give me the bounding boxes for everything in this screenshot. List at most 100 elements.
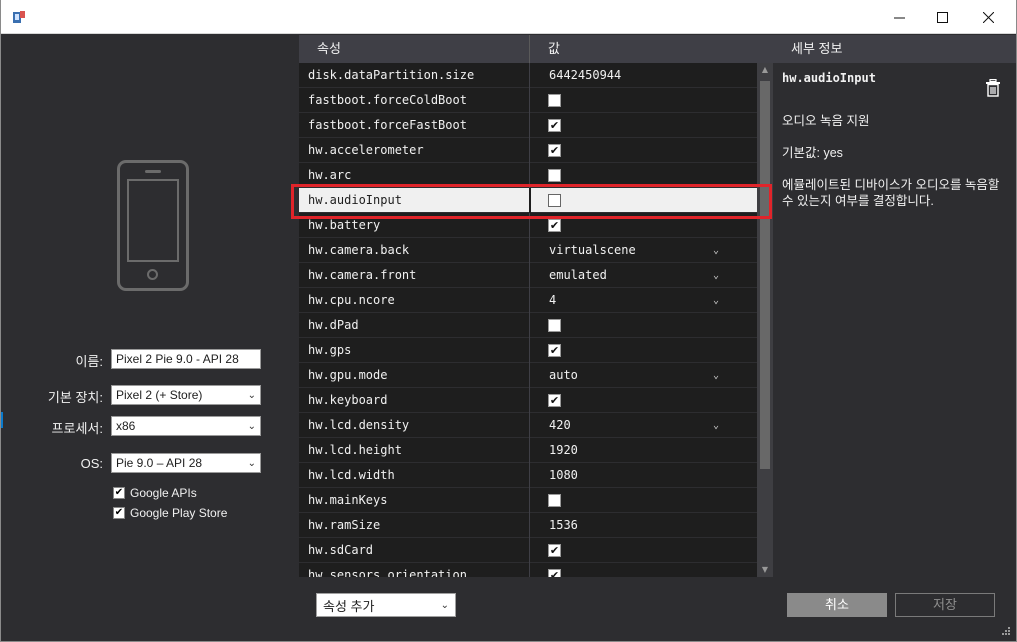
property-name: hw.sdCard (308, 543, 374, 557)
resize-grip-icon[interactable] (997, 624, 1011, 638)
google-apis-checkbox[interactable]: ✔ Google APIs (113, 486, 197, 500)
property-name: hw.camera.front (308, 268, 417, 282)
property-checkbox[interactable]: ✔ (548, 344, 561, 357)
property-row[interactable]: hw.audioInput (299, 188, 757, 213)
property-row[interactable]: hw.arc (299, 163, 757, 188)
property-value[interactable]: 6442450944 (549, 63, 621, 88)
column-header-value[interactable]: 값 (530, 35, 560, 63)
property-row[interactable]: hw.dPad (299, 313, 757, 338)
property-row[interactable]: hw.mainKeys (299, 488, 757, 513)
property-checkbox[interactable]: ✔ (548, 394, 561, 407)
cell-divider (529, 288, 530, 313)
property-row[interactable]: hw.lcd.density 420 ⌄ (299, 413, 757, 438)
property-checkbox[interactable]: ✔ (548, 569, 561, 577)
property-row[interactable]: hw.cpu.ncore 4 ⌄ (299, 288, 757, 313)
property-row[interactable]: hw.sensors.orientation ✔ (299, 563, 757, 577)
property-row[interactable]: hw.accelerometer ✔ (299, 138, 757, 163)
cell-divider (529, 563, 530, 577)
chevron-down-icon: ⌄ (712, 420, 719, 431)
property-value: auto (549, 368, 578, 382)
property-value: 4 (549, 293, 557, 307)
base-device-select[interactable]: Pixel 2 (+ Store) ⌄ (111, 385, 261, 405)
chevron-down-icon: ⌄ (712, 270, 719, 281)
os-select[interactable]: Pie 9.0 – API 28 ⌄ (111, 453, 261, 473)
property-row[interactable]: hw.keyboard ✔ (299, 388, 757, 413)
property-checkbox[interactable]: ✔ (548, 144, 561, 157)
property-select[interactable]: emulated ⌄ (549, 263, 719, 288)
property-name: fastboot.forceFastBoot (308, 118, 467, 132)
close-icon (982, 11, 994, 23)
cancel-button[interactable]: 취소 (787, 593, 887, 617)
minimize-button[interactable] (876, 0, 922, 34)
property-row[interactable]: hw.lcd.width 1080 (299, 463, 757, 488)
checkmark-icon: ✔ (549, 119, 560, 132)
name-field[interactable]: Pixel 2 Pie 9.0 - API 28 (111, 349, 261, 369)
base-device-label: 기본 장치: (47, 390, 103, 405)
scroll-thumb[interactable] (760, 81, 770, 469)
checkmark-icon: ✔ (549, 144, 560, 157)
property-checkbox[interactable] (548, 319, 561, 332)
save-button[interactable]: 저장 (895, 593, 995, 617)
cell-divider (529, 263, 530, 288)
property-row[interactable]: hw.camera.front emulated ⌄ (299, 263, 757, 288)
property-value[interactable]: 1080 (549, 463, 578, 488)
property-name: hw.audioInput (308, 193, 402, 207)
cell-divider (529, 538, 530, 563)
property-select[interactable]: virtualscene ⌄ (549, 238, 719, 263)
checkmark-icon: ✔ (113, 507, 125, 519)
property-row[interactable]: hw.battery ✔ (299, 213, 757, 238)
property-select[interactable]: 420 ⌄ (549, 413, 719, 438)
scroll-up-icon[interactable]: ▲ (757, 63, 773, 77)
property-checkbox[interactable]: ✔ (548, 544, 561, 557)
chevron-down-icon: ⌄ (440, 599, 449, 611)
property-rows: disk.dataPartition.size 6442450944 fastboo… (299, 63, 757, 577)
cell-divider (529, 513, 530, 538)
property-row[interactable]: fastboot.forceColdBoot (299, 88, 757, 113)
property-name: hw.cpu.ncore (308, 293, 395, 307)
maximize-button[interactable] (919, 0, 965, 34)
property-row[interactable]: disk.dataPartition.size 6442450944 (299, 63, 757, 88)
property-checkbox[interactable] (548, 194, 561, 207)
chevron-down-icon: ⌄ (247, 457, 256, 469)
property-row[interactable]: hw.lcd.height 1920 (299, 438, 757, 463)
property-select[interactable]: auto ⌄ (549, 363, 719, 388)
google-play-checkbox[interactable]: ✔ Google Play Store (113, 506, 227, 520)
os-label: OS: (80, 456, 103, 471)
property-name: hw.ramSize (308, 518, 381, 532)
cell-divider (529, 163, 530, 188)
scroll-down-icon[interactable]: ▼ (757, 563, 773, 577)
chevron-down-icon: ⌄ (712, 370, 719, 381)
property-select[interactable]: 4 ⌄ (549, 288, 719, 313)
checkmark-icon: ✔ (549, 569, 560, 577)
property-checkbox[interactable] (548, 169, 561, 182)
properties-grid: 속성 값 disk.dataPartition.size 6442450944 fa… (299, 35, 773, 577)
column-header-property[interactable]: 속성 (299, 35, 341, 63)
grid-scrollbar[interactable]: ▲ ▼ (757, 63, 773, 577)
processor-select[interactable]: x86 ⌄ (111, 416, 261, 436)
property-name: hw.arc (308, 168, 352, 182)
property-checkbox[interactable] (548, 494, 561, 507)
checkmark-icon: ✔ (549, 219, 560, 232)
property-row[interactable]: fastboot.forceFastBoot ✔ (299, 113, 757, 138)
property-name: hw.mainKeys (308, 493, 388, 507)
property-row[interactable]: hw.camera.back virtualscene ⌄ (299, 238, 757, 263)
cell-divider (529, 488, 530, 513)
property-value[interactable]: 1920 (549, 438, 578, 463)
trash-icon[interactable] (985, 79, 1001, 97)
property-checkbox[interactable] (548, 94, 561, 107)
os-value: Pie 9.0 – API 28 (116, 455, 203, 470)
property-row[interactable]: hw.sdCard ✔ (299, 538, 757, 563)
close-button[interactable] (965, 0, 1011, 34)
cell-divider (529, 188, 531, 213)
property-row[interactable]: hw.gps ✔ (299, 338, 757, 363)
property-row[interactable]: hw.gpu.mode auto ⌄ (299, 363, 757, 388)
cell-divider (529, 63, 530, 88)
details-default: 기본값: yes (782, 146, 843, 160)
property-value[interactable]: 1536 (549, 513, 578, 538)
add-property-dropdown[interactable]: 속성 추가 ⌄ (316, 593, 456, 617)
property-checkbox[interactable]: ✔ (548, 219, 561, 232)
processor-label: 프로세서: (51, 421, 103, 436)
property-checkbox[interactable]: ✔ (548, 119, 561, 132)
property-name: hw.gpu.mode (308, 368, 388, 382)
property-row[interactable]: hw.ramSize 1536 (299, 513, 757, 538)
